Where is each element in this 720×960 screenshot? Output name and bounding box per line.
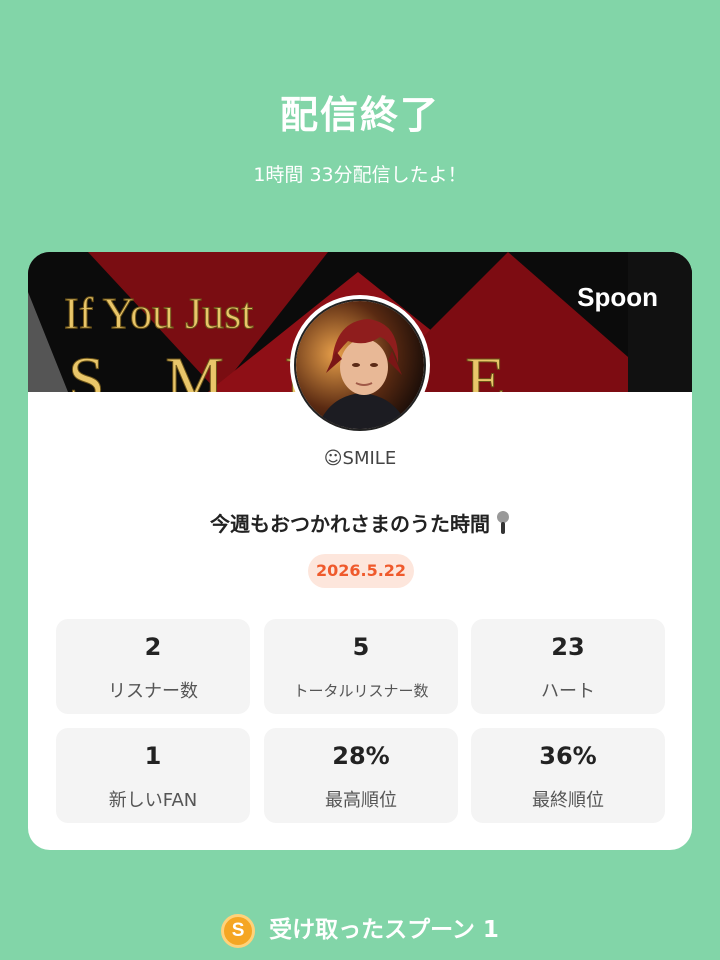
show-title: 今週もおつかれさまのうた時間 [28,508,692,540]
username: ☺SMILE [323,448,397,469]
stat-label: 最終順位 [532,790,604,811]
stat-hearts: 23 ハート [471,619,665,714]
spoon-logo: Spoon [577,282,658,312]
stat-label: 新しいFAN [108,790,198,811]
stat-value: 5 [352,633,370,661]
broadcast-duration: 1時間 33分配信したよ！ [253,164,467,186]
microphone-icon [496,511,510,540]
stat-label: リスナー数 [108,681,198,702]
page-title: 配信終了 [279,93,440,137]
broadcast-summary-card: If You Just S M I L E Spoon [28,252,692,850]
received-spoons-label: 受け取ったスプーン 1 [269,917,499,943]
stat-value: 23 [551,633,585,661]
stat-label: トータルリスナー数 [293,682,429,700]
received-spoons: S 受け取ったスプーン 1 [0,910,720,948]
stat-value: 2 [144,633,162,661]
stat-listeners: 2 リスナー数 [56,619,250,714]
stat-final-rank: 36% 最終順位 [471,728,665,823]
spoon-coin-icon: S [221,913,256,948]
show-title-text: 今週もおつかれさまのうた時間 [210,512,490,536]
banner-title-line1: If You Just [64,289,254,338]
stat-label: ハート [541,681,595,702]
stat-label: 最高順位 [325,790,397,811]
stat-best-rank: 28% 最高順位 [264,728,458,823]
stat-value: 1 [144,742,162,770]
stat-new-fans: 1 新しいFAN [56,728,250,823]
avatar [290,295,430,435]
date-badge: 2026.5.22 [308,554,414,588]
stat-value: 36% [539,742,597,770]
stat-value: 28% [332,742,390,770]
stat-total-listeners: 5 トータルリスナー数 [264,619,458,714]
